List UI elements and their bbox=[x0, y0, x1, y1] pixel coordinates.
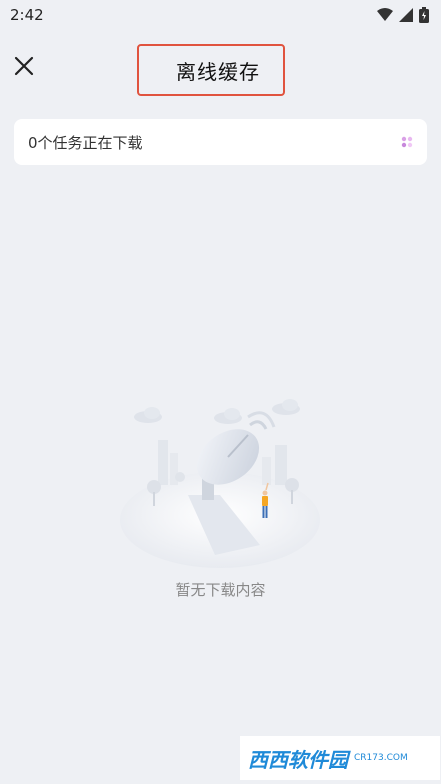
close-button[interactable] bbox=[10, 52, 38, 80]
close-icon bbox=[14, 56, 34, 76]
task-count-text: 0个任务正在下载 bbox=[28, 133, 143, 152]
battery-icon bbox=[419, 7, 429, 23]
loading-spinner-icon bbox=[401, 136, 413, 148]
download-task-card[interactable]: 0个任务正在下载 bbox=[14, 119, 427, 165]
site-watermark: 西西软件园 CR173.COM bbox=[240, 736, 440, 780]
title-highlight-box: 离线缓存 bbox=[137, 44, 285, 96]
status-icons bbox=[377, 7, 429, 23]
watermark-logo: 西西软件园 bbox=[248, 749, 348, 772]
header: 离线缓存 bbox=[0, 40, 441, 96]
empty-state-text: 暂无下载内容 bbox=[175, 581, 266, 599]
status-bar: 2:42 bbox=[0, 0, 441, 30]
page-title: 离线缓存 bbox=[176, 59, 260, 84]
status-time: 2:42 bbox=[10, 6, 44, 24]
watermark-subtext: CR173.COM bbox=[354, 753, 408, 763]
empty-state-illustration bbox=[120, 399, 320, 568]
wifi-icon bbox=[377, 8, 393, 21]
signal-icon bbox=[399, 8, 413, 22]
